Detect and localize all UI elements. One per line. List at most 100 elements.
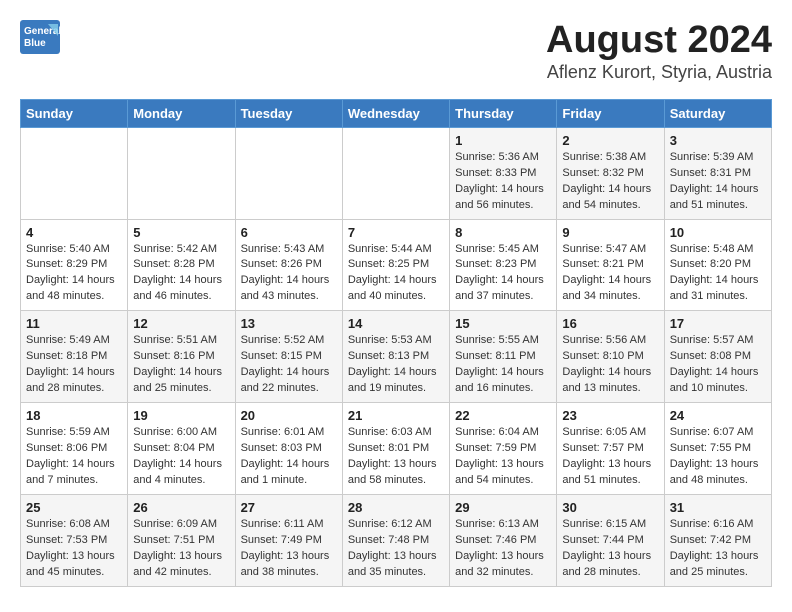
calendar-cell: 6 Sunrise: 5:43 AM Sunset: 8:26 PM Daylig…	[235, 219, 342, 311]
day-number: 28	[348, 500, 444, 515]
day-number: 16	[562, 316, 658, 331]
day-info: Sunrise: 5:49 AM Sunset: 8:18 PM Dayligh…	[26, 333, 122, 397]
logo-icon: General Blue	[20, 20, 60, 54]
svg-text:Blue: Blue	[24, 38, 46, 49]
day-number: 18	[26, 408, 122, 423]
calendar-cell: 16Sunrise: 5:56 AM Sunset: 8:10 PM Dayli…	[557, 311, 664, 403]
day-info: Sunrise: 6:03 AM Sunset: 8:01 PM Dayligh…	[348, 425, 444, 489]
calendar-cell: 23Sunrise: 6:05 AM Sunset: 7:57 PM Dayli…	[557, 403, 664, 495]
calendar-cell: 5Sunrise: 5:42 AM Sunset: 8:28 PM Daylig…	[128, 219, 235, 311]
calendar-header-row: SundayMondayTuesdayWednesdayThursdayFrid…	[21, 99, 772, 127]
day-info: Sunrise: 5:59 AM Sunset: 8:06 PM Dayligh…	[26, 425, 122, 489]
day-number: 4	[26, 225, 122, 240]
day-info: Sunrise: 6:16 AM Sunset: 7:42 PM Dayligh…	[670, 517, 766, 581]
calendar-cell: 31 Sunrise: 6:16 AM Sunset: 7:42 PM Dayli…	[664, 494, 771, 586]
day-info: Sunrise: 6:15 AM Sunset: 7:44 PM Dayligh…	[562, 517, 658, 581]
calendar-cell	[21, 127, 128, 219]
calendar-cell: 2 Sunrise: 5:38 AM Sunset: 8:32 PM Daylig…	[557, 127, 664, 219]
column-header-saturday: Saturday	[664, 99, 771, 127]
week-row-4: 18 Sunrise: 5:59 AM Sunset: 8:06 PM Dayli…	[21, 403, 772, 495]
day-info: Sunrise: 5:44 AM Sunset: 8:25 PM Dayligh…	[348, 242, 444, 306]
day-number: 3	[670, 133, 766, 148]
column-header-monday: Monday	[128, 99, 235, 127]
day-number: 9	[562, 225, 658, 240]
day-info: Sunrise: 5:57 AM Sunset: 8:08 PM Dayligh…	[670, 333, 766, 397]
day-number: 12	[133, 316, 229, 331]
calendar-cell: 4 Sunrise: 5:40 AM Sunset: 8:29 PM Daylig…	[21, 219, 128, 311]
day-info: Sunrise: 6:07 AM Sunset: 7:55 PM Dayligh…	[670, 425, 766, 489]
day-number: 22	[455, 408, 551, 423]
day-info: Sunrise: 5:53 AM Sunset: 8:13 PM Dayligh…	[348, 333, 444, 397]
calendar-cell	[128, 127, 235, 219]
calendar-cell: 13 Sunrise: 5:52 AM Sunset: 8:15 PM Dayli…	[235, 311, 342, 403]
day-info: Sunrise: 6:00 AM Sunset: 8:04 PM Dayligh…	[133, 425, 229, 489]
calendar-cell: 1 Sunrise: 5:36 AM Sunset: 8:33 PM Daylig…	[450, 127, 557, 219]
day-number: 7	[348, 225, 444, 240]
calendar-cell: 29Sunrise: 6:13 AM Sunset: 7:46 PM Dayli…	[450, 494, 557, 586]
calendar-cell: 20Sunrise: 6:01 AM Sunset: 8:03 PM Dayli…	[235, 403, 342, 495]
day-number: 26	[133, 500, 229, 515]
day-info: Sunrise: 6:13 AM Sunset: 7:46 PM Dayligh…	[455, 517, 551, 581]
calendar-cell: 9 Sunrise: 5:47 AM Sunset: 8:21 PM Daylig…	[557, 219, 664, 311]
column-header-thursday: Thursday	[450, 99, 557, 127]
calendar-subtitle: Aflenz Kurort, Styria, Austria	[546, 62, 772, 83]
calendar-title: August 2024	[546, 20, 772, 62]
day-number: 11	[26, 316, 122, 331]
day-number: 25	[26, 500, 122, 515]
day-number: 31	[670, 500, 766, 515]
day-info: Sunrise: 5:36 AM Sunset: 8:33 PM Dayligh…	[455, 150, 551, 214]
day-number: 10	[670, 225, 766, 240]
day-number: 14	[348, 316, 444, 331]
calendar-cell: 15 Sunrise: 5:55 AM Sunset: 8:11 PM Dayli…	[450, 311, 557, 403]
calendar-cell: 22 Sunrise: 6:04 AM Sunset: 7:59 PM Dayli…	[450, 403, 557, 495]
column-header-tuesday: Tuesday	[235, 99, 342, 127]
day-number: 20	[241, 408, 337, 423]
day-number: 6	[241, 225, 337, 240]
day-info: Sunrise: 6:05 AM Sunset: 7:57 PM Dayligh…	[562, 425, 658, 489]
day-number: 30	[562, 500, 658, 515]
day-info: Sunrise: 6:12 AM Sunset: 7:48 PM Dayligh…	[348, 517, 444, 581]
day-number: 17	[670, 316, 766, 331]
title-block: August 2024 Aflenz Kurort, Styria, Austr…	[546, 20, 772, 83]
day-info: Sunrise: 5:39 AM Sunset: 8:31 PM Dayligh…	[670, 150, 766, 214]
day-info: Sunrise: 5:40 AM Sunset: 8:29 PM Dayligh…	[26, 242, 122, 306]
day-info: Sunrise: 6:11 AM Sunset: 7:49 PM Dayligh…	[241, 517, 337, 581]
calendar-cell: 10 Sunrise: 5:48 AM Sunset: 8:20 PM Dayli…	[664, 219, 771, 311]
calendar-cell: 18 Sunrise: 5:59 AM Sunset: 8:06 PM Dayli…	[21, 403, 128, 495]
day-info: Sunrise: 6:04 AM Sunset: 7:59 PM Dayligh…	[455, 425, 551, 489]
day-number: 19	[133, 408, 229, 423]
day-info: Sunrise: 6:08 AM Sunset: 7:53 PM Dayligh…	[26, 517, 122, 581]
page-header: General Blue August 2024 Aflenz Kurort, …	[20, 20, 772, 83]
day-number: 13	[241, 316, 337, 331]
day-number: 1	[455, 133, 551, 148]
week-row-3: 11 Sunrise: 5:49 AM Sunset: 8:18 PM Dayli…	[21, 311, 772, 403]
calendar-cell: 24 Sunrise: 6:07 AM Sunset: 7:55 PM Dayli…	[664, 403, 771, 495]
day-info: Sunrise: 5:42 AM Sunset: 8:28 PM Dayligh…	[133, 242, 229, 306]
day-info: Sunrise: 5:45 AM Sunset: 8:23 PM Dayligh…	[455, 242, 551, 306]
column-header-friday: Friday	[557, 99, 664, 127]
day-info: Sunrise: 5:55 AM Sunset: 8:11 PM Dayligh…	[455, 333, 551, 397]
day-info: Sunrise: 5:48 AM Sunset: 8:20 PM Dayligh…	[670, 242, 766, 306]
calendar-cell: 28 Sunrise: 6:12 AM Sunset: 7:48 PM Dayli…	[342, 494, 449, 586]
day-number: 2	[562, 133, 658, 148]
calendar-cell: 25 Sunrise: 6:08 AM Sunset: 7:53 PM Dayli…	[21, 494, 128, 586]
calendar-cell: 8 Sunrise: 5:45 AM Sunset: 8:23 PM Daylig…	[450, 219, 557, 311]
day-number: 15	[455, 316, 551, 331]
day-info: Sunrise: 5:47 AM Sunset: 8:21 PM Dayligh…	[562, 242, 658, 306]
week-row-5: 25 Sunrise: 6:08 AM Sunset: 7:53 PM Dayli…	[21, 494, 772, 586]
calendar-cell: 11 Sunrise: 5:49 AM Sunset: 8:18 PM Dayli…	[21, 311, 128, 403]
day-number: 8	[455, 225, 551, 240]
day-info: Sunrise: 5:38 AM Sunset: 8:32 PM Dayligh…	[562, 150, 658, 214]
column-header-wednesday: Wednesday	[342, 99, 449, 127]
day-number: 24	[670, 408, 766, 423]
day-info: Sunrise: 5:43 AM Sunset: 8:26 PM Dayligh…	[241, 242, 337, 306]
day-number: 21	[348, 408, 444, 423]
calendar-cell: 26 Sunrise: 6:09 AM Sunset: 7:51 PM Dayli…	[128, 494, 235, 586]
calendar-cell: 7 Sunrise: 5:44 AM Sunset: 8:25 PM Daylig…	[342, 219, 449, 311]
day-info: Sunrise: 5:52 AM Sunset: 8:15 PM Dayligh…	[241, 333, 337, 397]
calendar-cell	[342, 127, 449, 219]
week-row-2: 4 Sunrise: 5:40 AM Sunset: 8:29 PM Daylig…	[21, 219, 772, 311]
day-number: 27	[241, 500, 337, 515]
calendar-cell: 3 Sunrise: 5:39 AM Sunset: 8:31 PM Daylig…	[664, 127, 771, 219]
day-info: Sunrise: 6:09 AM Sunset: 7:51 PM Dayligh…	[133, 517, 229, 581]
